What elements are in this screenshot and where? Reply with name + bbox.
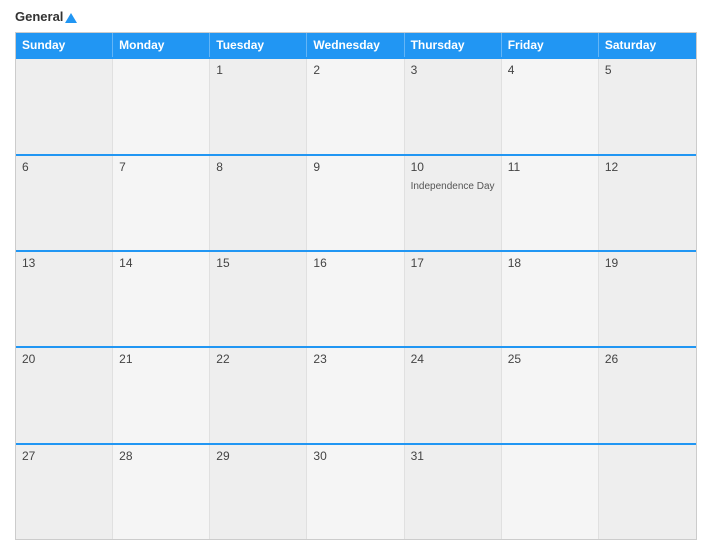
day-header-thursday: Thursday: [405, 33, 502, 57]
day-cell: 24: [405, 348, 502, 442]
day-cell: 1: [210, 59, 307, 153]
logo: General: [15, 10, 77, 24]
day-number: 18: [508, 256, 592, 270]
day-cell: 10 Independence Day: [405, 156, 502, 250]
week-row-2: 6789 10 Independence Day 11 12: [16, 154, 696, 250]
day-number: 8: [216, 160, 300, 174]
day-number: 24: [411, 352, 495, 366]
day-cell: 22: [210, 348, 307, 442]
day-header-monday: Monday: [113, 33, 210, 57]
calendar-container: General SundayMondayTuesdayWednesdayThur…: [0, 0, 712, 550]
day-cell: 3: [405, 59, 502, 153]
day-number: 10: [411, 160, 495, 174]
day-cell: 27: [16, 445, 113, 539]
day-cell: 8: [210, 156, 307, 250]
day-cell: [502, 445, 599, 539]
day-number: 30: [313, 449, 397, 463]
day-cell: 2: [307, 59, 404, 153]
day-cell: 12: [599, 156, 696, 250]
day-number: 29: [216, 449, 300, 463]
day-cell: 13: [16, 252, 113, 346]
day-number: 11: [508, 160, 592, 174]
logo-triangle-icon: [65, 13, 77, 23]
day-header-sunday: Sunday: [16, 33, 113, 57]
week-row-3: 13 14 15 16 17 18 19: [16, 250, 696, 346]
day-cell: 25: [502, 348, 599, 442]
day-number: 6: [22, 160, 106, 174]
day-number: 15: [216, 256, 300, 270]
day-number: 7: [119, 160, 203, 174]
day-cell: 15: [210, 252, 307, 346]
day-number: 22: [216, 352, 300, 366]
day-cell: 17: [405, 252, 502, 346]
day-number: 1: [216, 63, 300, 77]
day-number: 23: [313, 352, 397, 366]
day-number: 31: [411, 449, 495, 463]
day-cell: 21: [113, 348, 210, 442]
day-cell: 18: [502, 252, 599, 346]
day-number: 5: [605, 63, 690, 77]
day-cell: 9: [307, 156, 404, 250]
day-cell: 6: [16, 156, 113, 250]
day-cell: 26: [599, 348, 696, 442]
day-cell: [599, 445, 696, 539]
day-number: 27: [22, 449, 106, 463]
event-label: Independence Day: [411, 181, 495, 192]
calendar-grid: SundayMondayTuesdayWednesdayThursdayFrid…: [15, 32, 697, 540]
day-number: 25: [508, 352, 592, 366]
day-number: 26: [605, 352, 690, 366]
week-row-1: 12345: [16, 57, 696, 153]
day-cell: 19: [599, 252, 696, 346]
day-headers-row: SundayMondayTuesdayWednesdayThursdayFrid…: [16, 33, 696, 57]
calendar-header: General: [15, 10, 697, 24]
day-number: 19: [605, 256, 690, 270]
logo-general-text: General: [15, 10, 77, 24]
day-cell: [113, 59, 210, 153]
day-number: 2: [313, 63, 397, 77]
day-number: 28: [119, 449, 203, 463]
day-header-tuesday: Tuesday: [210, 33, 307, 57]
day-number: 4: [508, 63, 592, 77]
day-number: 13: [22, 256, 106, 270]
day-cell: [16, 59, 113, 153]
day-cell: 29: [210, 445, 307, 539]
day-number: 17: [411, 256, 495, 270]
weeks-container: 12345678910Independence Day1112131415161…: [16, 57, 696, 539]
day-number: 3: [411, 63, 495, 77]
day-cell: 23: [307, 348, 404, 442]
day-cell: 16: [307, 252, 404, 346]
day-number: 21: [119, 352, 203, 366]
day-cell: 5: [599, 59, 696, 153]
day-number: 9: [313, 160, 397, 174]
day-header-wednesday: Wednesday: [307, 33, 404, 57]
week-row-5: 27 28 29 30 31: [16, 443, 696, 539]
day-cell: 20: [16, 348, 113, 442]
day-cell: 31: [405, 445, 502, 539]
day-header-saturday: Saturday: [599, 33, 696, 57]
day-number: 12: [605, 160, 690, 174]
week-row-4: 20 21 22 23 24 25 26: [16, 346, 696, 442]
day-cell: 14: [113, 252, 210, 346]
day-number: 20: [22, 352, 106, 366]
day-number: 16: [313, 256, 397, 270]
day-cell: 30: [307, 445, 404, 539]
day-cell: 11: [502, 156, 599, 250]
day-number: 14: [119, 256, 203, 270]
day-cell: 28: [113, 445, 210, 539]
day-cell: 7: [113, 156, 210, 250]
day-cell: 4: [502, 59, 599, 153]
day-header-friday: Friday: [502, 33, 599, 57]
